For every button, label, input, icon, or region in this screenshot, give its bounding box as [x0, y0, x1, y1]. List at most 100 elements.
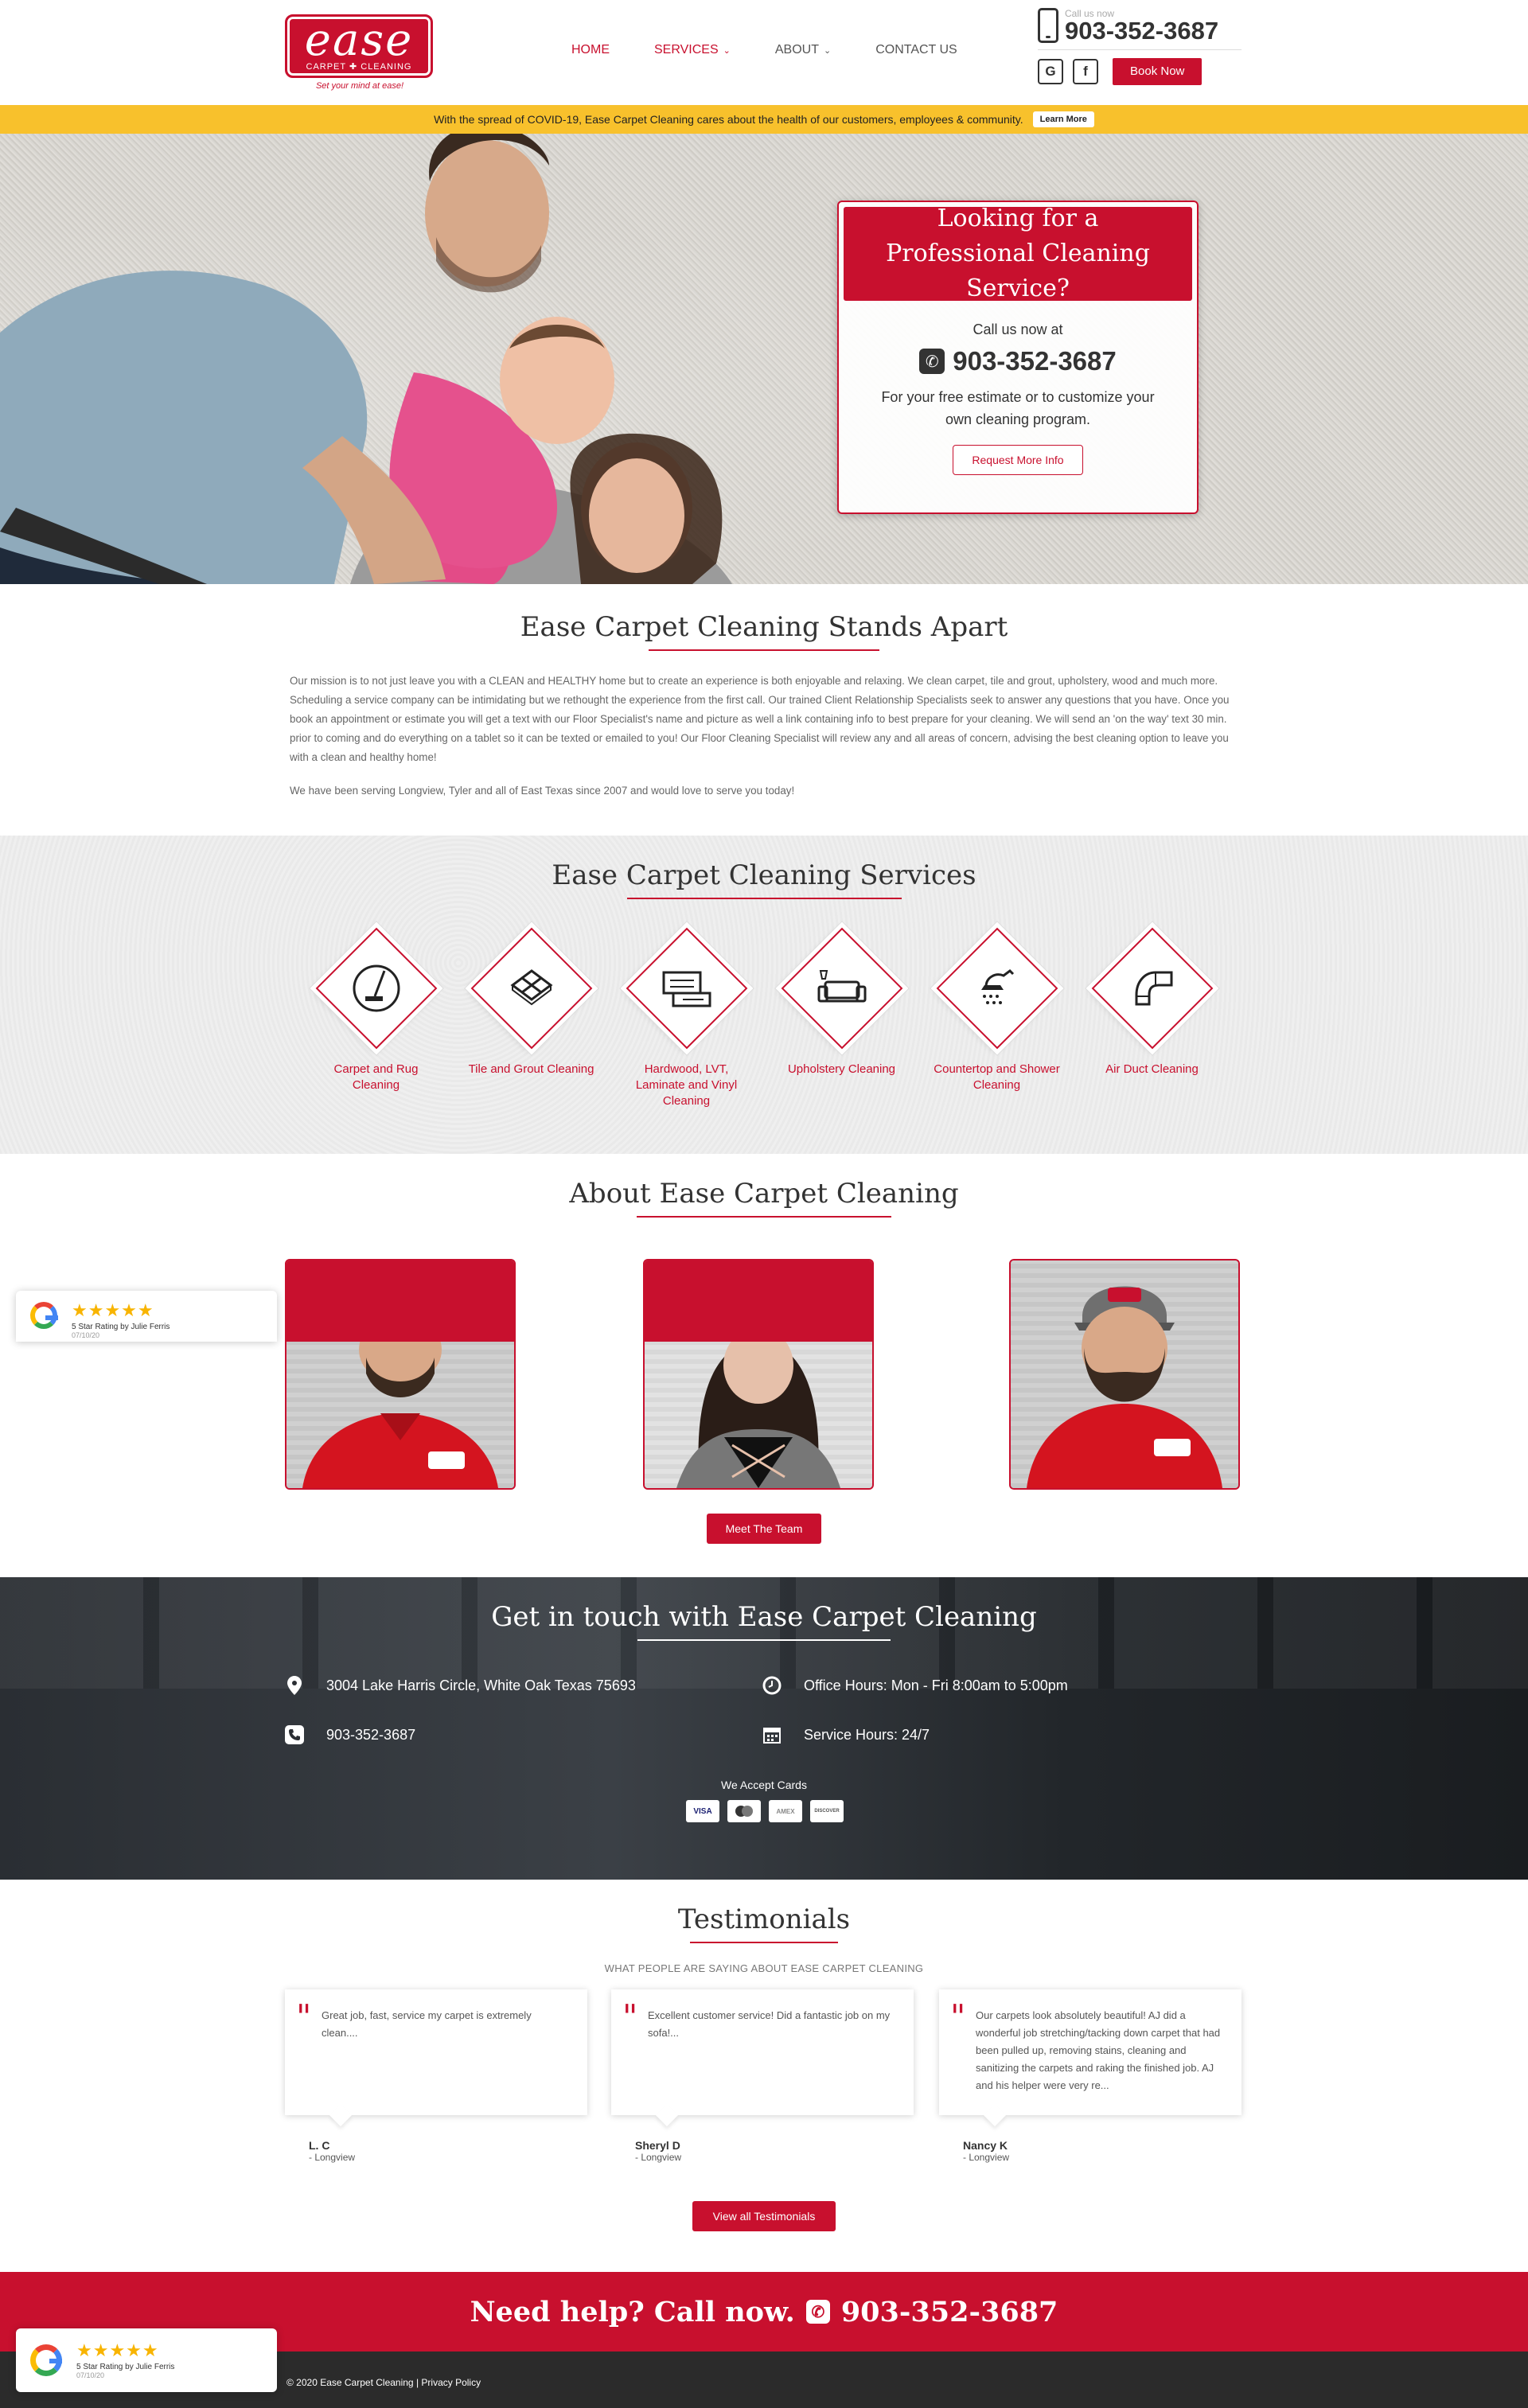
shower-icon [980, 969, 1014, 1004]
carpet-cleaner-icon [353, 964, 400, 1012]
covid-banner: With the spread of COVID-19, Ease Carpet… [0, 105, 1528, 134]
mission-paragraph: Our mission is to not just leave you wit… [290, 675, 1230, 763]
star-rating: ★★★★★ [72, 1300, 154, 1320]
nav-home[interactable]: HOME [571, 43, 610, 57]
service-tile-grout[interactable]: Tile and Grout Cleaning [468, 926, 595, 1109]
stands-apart-text: Our mission is to not just leave you wit… [290, 672, 1238, 801]
logo-badge: ease CARPET ✚ CLEANING [285, 14, 433, 78]
google-icon[interactable]: G [1038, 59, 1063, 84]
stands-apart-title: Ease Carpet Cleaning Stands Apart [520, 611, 1008, 643]
nav-about[interactable]: ABOUT ⌄ [775, 43, 831, 57]
rating-text: 5 Star Rating [76, 2362, 123, 2371]
nav-services-label: SERVICES [654, 43, 719, 56]
phone-icon [285, 1725, 304, 1744]
service-air-duct[interactable]: Air Duct Cleaning [1089, 926, 1216, 1109]
cards-label: We Accept Cards [721, 1779, 807, 1791]
logo-word: ease [304, 14, 414, 66]
testimonial-name: Nancy K [963, 2139, 1008, 2152]
hero-callout-card: Looking for a Professional Cleaning Serv… [837, 201, 1199, 514]
testimonial-bubble: " Great job, fast, service my carpet is … [285, 1989, 587, 2115]
service-countertop-shower[interactable]: Countertop and Shower Cleaning [934, 926, 1061, 1109]
about-section: About Ease Carpet Cleaning Meet The Team [0, 1154, 1528, 1577]
hero-phone-number: 903-352-3687 [953, 346, 1117, 376]
testimonial-card: " Our carpets look absolutely beautiful!… [939, 1989, 1242, 2163]
header-phone-row[interactable]: Call us now 903-352-3687 [1038, 8, 1242, 50]
logo[interactable]: ease CARPET ✚ CLEANING Set your mind at … [285, 14, 435, 94]
google-rating-badge[interactable]: ★★★★★ 5 Star Rating by Julie Ferris 07/1… [16, 1291, 277, 1342]
address-info[interactable]: 3004 Lake Harris Circle, White Oak Texas… [285, 1676, 636, 1695]
google-rating-badge[interactable]: ★★★★★ 5 Star Rating by Julie Ferris 07/1… [16, 2328, 277, 2392]
team-member-photo[interactable] [1009, 1259, 1240, 1490]
services-title: Ease Carpet Cleaning Services [552, 859, 976, 891]
need-help-phone: 903-352-3687 [840, 2295, 1058, 2328]
facebook-icon[interactable]: f [1073, 59, 1098, 84]
service-upholstery[interactable]: Upholstery Cleaning [778, 926, 906, 1109]
nav-contact[interactable]: CONTACT US [875, 43, 957, 57]
service-label: Tile and Grout Cleaning [468, 1062, 594, 1076]
meet-team-button[interactable]: Meet The Team [707, 1514, 821, 1544]
need-help-text: Need help? Call now. [470, 2295, 795, 2328]
testimonial-bubble: " Excellent customer service! Did a fant… [611, 1989, 914, 2115]
title-underline [637, 1639, 891, 1641]
logo-tagline: Set your mind at ease! [315, 81, 404, 91]
rating-date: 07/10/20 [76, 2371, 105, 2379]
service-hours-text: Service Hours: 24/7 [804, 1726, 930, 1743]
title-underline [690, 1942, 838, 1943]
quote-icon: " [950, 1997, 966, 2036]
service-carpet-rug[interactable]: Carpet and Rug Cleaning [313, 926, 440, 1109]
star-rating: ★★★★★ [76, 2340, 159, 2360]
service-label: Upholstery Cleaning [787, 1062, 896, 1076]
testimonial-text: Our carpets look absolutely beautiful! A… [976, 2009, 1221, 2091]
team-photos [285, 1259, 1243, 1490]
hardwood-icon [662, 971, 711, 1007]
phone-icon: ✆ [805, 2300, 830, 2324]
chevron-down-icon: ⌄ [823, 45, 832, 56]
testimonials-section: Testimonials WHAT PEOPLE ARE SAYING ABOU… [0, 1880, 1528, 2272]
service-label: Carpet and Rug Cleaning [333, 1062, 419, 1092]
contact-title: Get in touch with Ease Carpet Cleaning [491, 1601, 1037, 1633]
chevron-down-icon: ⌄ [723, 45, 731, 56]
header-call-box: Call us now 903-352-3687 G f Book Now [1038, 8, 1242, 85]
learn-more-button[interactable]: Learn More [1032, 111, 1094, 127]
testimonial-location: - Longview [309, 2152, 356, 2163]
quote-icon: " [296, 1997, 312, 2036]
services-section: Ease Carpet Cleaning Services Carpet and… [0, 836, 1528, 1154]
sofa-icon [817, 970, 866, 1003]
team-member-image [1027, 1286, 1222, 1488]
view-testimonials-button[interactable]: View all Testimonials [692, 2201, 836, 2231]
service-hours-info: Service Hours: 24/7 [762, 1725, 930, 1744]
mastercard-icon [727, 1800, 761, 1822]
nav-services[interactable]: SERVICES ⌄ [654, 43, 731, 57]
phone-info[interactable]: 903-352-3687 [285, 1725, 415, 1744]
testimonials-list: " Great job, fast, service my carpet is … [285, 1989, 1243, 2188]
team-member-photo[interactable] [285, 1259, 516, 1490]
team-member-photo[interactable] [643, 1259, 874, 1490]
visa-icon: VISA [686, 1800, 719, 1822]
services-list: Carpet and Rug Cleaning Tile and Grout C… [0, 926, 1528, 1109]
address-text: 3004 Lake Harris Circle, White Oak Texas… [326, 1677, 636, 1693]
main-nav: HOME SERVICES ⌄ ABOUT ⌄ CONTACT US [571, 43, 1002, 57]
hero-call-label: Call us now at [973, 321, 1063, 337]
about-title: About Ease Carpet Cleaning [569, 1178, 959, 1210]
title-underline [637, 1216, 891, 1218]
book-now-button[interactable]: Book Now [1113, 58, 1203, 85]
google-logo-icon [30, 1302, 58, 1329]
testimonial-name: L. C [309, 2139, 330, 2152]
service-hardwood[interactable]: Hardwood, LVT, Laminate and Vinyl Cleani… [623, 926, 750, 1109]
quote-icon: " [622, 1997, 638, 2036]
site-header: ease CARPET ✚ CLEANING Set your mind at … [0, 0, 1528, 105]
team-member-image [302, 1342, 498, 1488]
rating-date: 07/10/20 [72, 1331, 100, 1339]
privacy-policy-link[interactable]: Privacy Policy [421, 2377, 481, 2388]
title-underline [626, 898, 902, 899]
testimonial-name: Sheryl D [635, 2139, 680, 2152]
rating-author: by Julie Ferris [118, 1323, 170, 1331]
google-logo-icon [30, 2344, 62, 2376]
request-info-button[interactable]: Request More Info [953, 445, 1083, 475]
nav-home-label: HOME [571, 43, 610, 56]
testimonial-location: - Longview [963, 2152, 1010, 2163]
hero-description: For your free estimate or to customize y… [881, 389, 1155, 427]
serving-paragraph: We have been serving Longview, Tyler and… [290, 785, 795, 797]
hero-phone[interactable]: ✆ 903-352-3687 [839, 346, 1197, 376]
tile-icon [510, 969, 552, 1006]
